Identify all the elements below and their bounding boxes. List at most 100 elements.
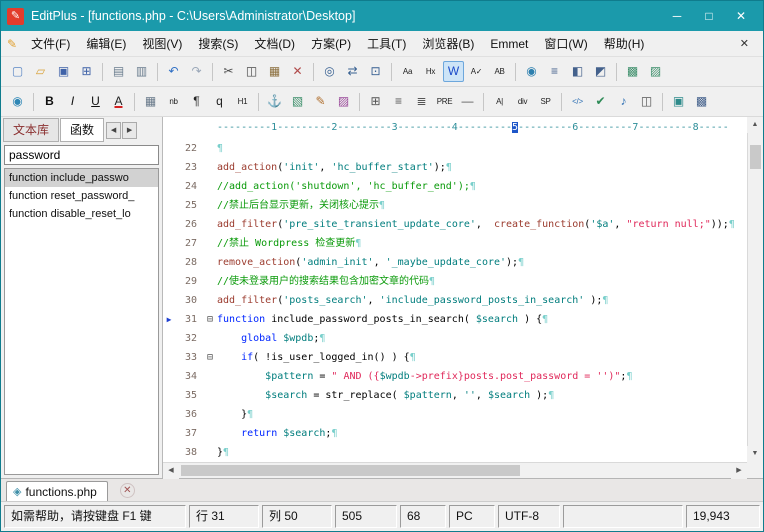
pre-tag-icon[interactable]: PRE [434, 91, 455, 112]
color-picker-icon[interactable]: ▨ [333, 91, 354, 112]
scroll-up-icon[interactable]: ▲ [747, 117, 763, 133]
scroll-right-icon[interactable]: ▶ [731, 463, 747, 479]
print-preview-icon[interactable]: ▥ [131, 61, 152, 82]
new-file-icon[interactable]: ▢ [7, 61, 28, 82]
code-line-23[interactable]: 23add_action('init', 'hc_buffer_start');… [163, 158, 747, 177]
menu-file[interactable]: 文件(F) [23, 34, 78, 54]
code-line-33[interactable]: 33⊟ if( !is_user_logged_in() ) {¶ [163, 348, 747, 367]
tab-cliptext[interactable]: 文本库 [3, 118, 59, 142]
vertical-scroll-thumb[interactable] [750, 145, 761, 169]
edit-tag-icon[interactable]: ✎ [310, 91, 331, 112]
menu-help[interactable]: 帮助(H) [596, 34, 653, 54]
menu-document[interactable]: 文档(D) [246, 34, 303, 54]
tab-scroll-left-icon[interactable]: ◀ [106, 122, 121, 139]
menu-edit[interactable]: 编辑(E) [78, 34, 134, 54]
code-line-27[interactable]: 27//禁止 Wordpress 检查更新¶ [163, 234, 747, 253]
browser-preview-icon[interactable]: ◉ [521, 61, 542, 82]
uppercase-icon[interactable]: Aa [397, 61, 418, 82]
replace-icon[interactable]: ⇄ [342, 61, 363, 82]
audio-icon[interactable]: ♪ [613, 91, 634, 112]
maximize-button[interactable]: □ [693, 4, 725, 28]
align-center-icon[interactable]: ≣ [411, 91, 432, 112]
font-tag-icon[interactable]: A| [489, 91, 510, 112]
menu-emmet[interactable]: Emmet [482, 34, 536, 54]
code-line-35[interactable]: 35 $search = str_replace( $pattern, '', … [163, 386, 747, 405]
document-list-icon[interactable]: ≡ [544, 61, 565, 82]
function-list-item[interactable]: function include_passwo [5, 169, 158, 187]
fold-collapse-icon[interactable]: ⊟ [203, 310, 217, 329]
function-list-item[interactable]: function disable_reset_lo [5, 205, 158, 223]
pilcrow-icon[interactable]: ¶ [186, 91, 207, 112]
code-line-22[interactable]: 22¶ [163, 139, 747, 158]
menu-project[interactable]: 方案(P) [303, 34, 359, 54]
scroll-left-icon[interactable]: ◀ [163, 463, 179, 479]
redo-icon[interactable]: ↷ [186, 61, 207, 82]
function-list-item[interactable]: function reset_password_ [5, 187, 158, 205]
file-tab-functions-php[interactable]: ◈ functions.php [6, 481, 108, 501]
find-icon[interactable]: ◎ [319, 61, 340, 82]
align-left-icon[interactable]: ≡ [388, 91, 409, 112]
image-icon[interactable]: ▧ [287, 91, 308, 112]
open-file-icon[interactable]: ▱ [30, 61, 51, 82]
word-wrap-icon[interactable]: W [443, 61, 464, 82]
paste-icon[interactable]: ▦ [264, 61, 285, 82]
code-line-34[interactable]: 34 $pattern = " AND ({$wpdb->prefix}post… [163, 367, 747, 386]
video-icon[interactable]: ◫ [636, 91, 657, 112]
code-line-26[interactable]: 26add_filter('pre_site_transient_update_… [163, 215, 747, 234]
hex-viewer-icon[interactable]: Hx [420, 61, 441, 82]
font-color-icon[interactable]: A [108, 91, 129, 112]
menu-search[interactable]: 搜索(S) [190, 34, 246, 54]
code-line-36[interactable]: 36 }¶ [163, 405, 747, 424]
cliptext-icon[interactable]: AB [489, 61, 510, 82]
file-tab-close-icon[interactable]: ✕ [120, 483, 135, 498]
document-close-icon[interactable]: ✕ [732, 35, 757, 52]
code-line-24[interactable]: 24//add_action('shutdown', 'hc_buffer_en… [163, 177, 747, 196]
scroll-down-icon[interactable]: ▼ [747, 446, 763, 462]
menu-window[interactable]: 窗口(W) [536, 34, 595, 54]
menu-tools[interactable]: 工具(T) [359, 34, 414, 54]
span-tag-icon[interactable]: SP [535, 91, 556, 112]
table-layout-icon[interactable]: ⊞ [365, 91, 386, 112]
code-line-28[interactable]: 28remove_action('admin_init', '_maybe_up… [163, 253, 747, 272]
user-tools-icon[interactable]: ▩ [622, 61, 643, 82]
quote-icon[interactable]: q [209, 91, 230, 112]
horizontal-scroll-thumb[interactable] [181, 465, 520, 476]
code-line-37[interactable]: 37 return $search;¶ [163, 424, 747, 443]
undo-icon[interactable]: ↶ [163, 61, 184, 82]
heading-icon[interactable]: H1 [232, 91, 253, 112]
anchor-icon[interactable]: ⚓ [264, 91, 285, 112]
side-panel-icon[interactable]: ◧ [567, 61, 588, 82]
tab-scroll-right-icon[interactable]: ▶ [122, 122, 137, 139]
code-line-25[interactable]: 25//禁止后台显示更新，关闭核心提示¶ [163, 196, 747, 215]
code-line-30[interactable]: 30add_filter('posts_search', 'include_pa… [163, 291, 747, 310]
menu-browser[interactable]: 浏览器(B) [414, 34, 482, 54]
cut-icon[interactable]: ✂ [218, 61, 239, 82]
code-area[interactable]: 22¶23add_action('init', 'hc_buffer_start… [163, 139, 747, 462]
close-button[interactable]: ✕ [725, 4, 757, 28]
horizontal-scrollbar[interactable]: ◀ ▶ [163, 462, 747, 478]
bold-icon[interactable]: B [39, 91, 60, 112]
object-icon[interactable]: ▣ [668, 91, 689, 112]
hr-tag-icon[interactable]: ― [457, 91, 478, 112]
spell-check-icon[interactable]: A✓ [466, 61, 487, 82]
output-panel-icon[interactable]: ◩ [590, 61, 611, 82]
save-icon[interactable]: ▣ [53, 61, 74, 82]
code-line-38[interactable]: 38}¶ [163, 443, 747, 462]
function-filter-input[interactable] [4, 145, 159, 165]
nbsp-icon[interactable]: nb [163, 91, 184, 112]
underline-icon[interactable]: U [85, 91, 106, 112]
tab-functions[interactable]: 函数 [60, 118, 104, 142]
italic-icon[interactable]: I [62, 91, 83, 112]
save-all-icon[interactable]: ⊞ [76, 61, 97, 82]
code-line-31[interactable]: ▶31⊟function include_password_posts_in_s… [163, 310, 747, 329]
delete-icon[interactable]: ✕ [287, 61, 308, 82]
copy-icon[interactable]: ◫ [241, 61, 262, 82]
div-tag-icon[interactable]: div [512, 91, 533, 112]
more-tools-icon[interactable]: ▩ [691, 91, 712, 112]
fold-collapse-icon[interactable]: ⊟ [203, 348, 217, 367]
menu-view[interactable]: 视图(V) [134, 34, 190, 54]
script-icon[interactable]: </> [567, 91, 588, 112]
minimize-button[interactable]: ─ [661, 4, 693, 28]
code-line-32[interactable]: 32 global $wpdb;¶ [163, 329, 747, 348]
code-line-29[interactable]: 29//使未登录用户的搜索结果包含加密文章的代码¶ [163, 272, 747, 291]
